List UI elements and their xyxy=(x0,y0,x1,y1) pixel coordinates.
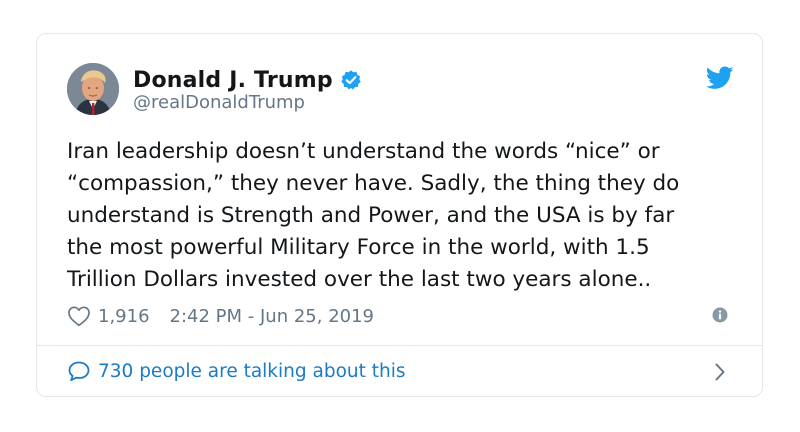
like-count[interactable]: 1,916 xyxy=(98,306,150,327)
tweet-timestamp[interactable]: 2:42 PM - Jun 25, 2019 xyxy=(170,306,374,327)
chevron-right-icon xyxy=(714,362,726,382)
tweet-text: Iran leadership doesn’t understand the w… xyxy=(67,139,680,292)
author-name-row: Donald J. Trump xyxy=(133,66,362,94)
heart-icon[interactable] xyxy=(67,305,91,327)
embedded-tweet-card: Donald J. Trump @realDonaldTrump Iran le… xyxy=(36,33,763,397)
tweet-meta-row: 1,916 2:42 PM - Jun 25, 2019 xyxy=(67,302,374,330)
author-avatar-image xyxy=(67,63,119,115)
speech-bubble-icon xyxy=(67,360,91,382)
author-avatar[interactable] xyxy=(67,63,119,115)
author-handle[interactable]: @realDonaldTrump xyxy=(133,92,305,113)
verified-badge-icon xyxy=(340,69,362,91)
twitter-bird-icon[interactable] xyxy=(705,66,734,90)
conversation-link[interactable]: 730 people are talking about this xyxy=(37,346,762,397)
conversation-link-content: 730 people are talking about this xyxy=(67,358,406,384)
info-icon[interactable] xyxy=(712,307,728,323)
author-name[interactable]: Donald J. Trump xyxy=(133,68,333,93)
conversation-link-label: 730 people are talking about this xyxy=(98,360,406,382)
